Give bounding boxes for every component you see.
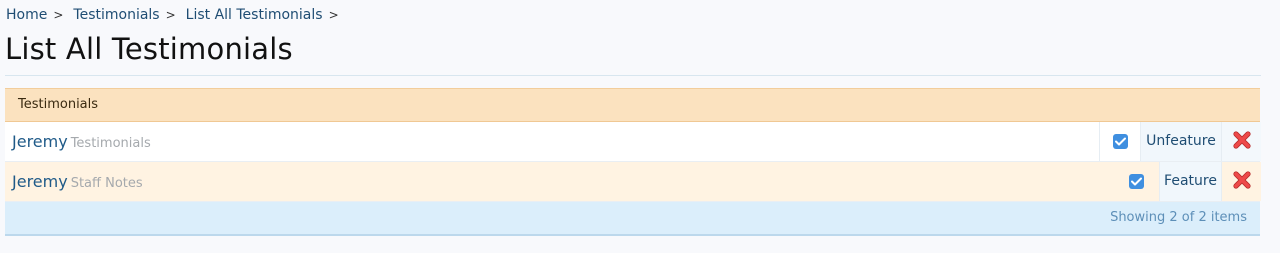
breadcrumb-link[interactable]: Home xyxy=(6,7,47,23)
testimonial-type: Testimonials xyxy=(70,136,151,151)
checkmark-icon[interactable] xyxy=(1112,134,1128,149)
breadcrumb-separator: > xyxy=(328,8,339,22)
breadcrumb-separator: > xyxy=(53,8,64,22)
testimonial-type: Staff Notes xyxy=(70,176,143,191)
page-title: List All Testimonials xyxy=(5,32,293,66)
featured-checkbox[interactable] xyxy=(1099,122,1140,161)
page: Home > Testimonials > List All Testimonial… xyxy=(0,0,1280,253)
list-item: Jeremy Testimonials Unfeature xyxy=(5,122,1261,162)
feature-button[interactable]: Feature xyxy=(1159,162,1221,201)
featured-checkbox[interactable] xyxy=(1115,162,1158,201)
list-item-title[interactable]: Jeremy Testimonials xyxy=(12,132,151,151)
author-name[interactable]: Jeremy xyxy=(12,132,68,151)
list-item: Jeremy Staff Notes Feature xyxy=(5,162,1261,202)
pagination-summary: Showing 2 of 2 items xyxy=(5,202,1260,236)
panel-header: Testimonials xyxy=(5,88,1260,122)
breadcrumb-link[interactable]: List All Testimonials xyxy=(186,7,323,23)
breadcrumb-item-list-all-testimonials[interactable]: List All Testimonials > xyxy=(186,7,349,23)
list-item-title[interactable]: Jeremy Staff Notes xyxy=(12,172,143,191)
delete-x-icon[interactable] xyxy=(1232,130,1251,153)
testimonials-panel: Testimonials Jeremy Testimonials Unfeatur… xyxy=(5,88,1261,236)
breadcrumb-item-home[interactable]: Home > xyxy=(6,7,73,23)
delete-button[interactable] xyxy=(1221,162,1261,201)
checkmark-icon[interactable] xyxy=(1129,174,1144,189)
breadcrumb: Home > Testimonials > List All Testimonial… xyxy=(6,7,349,23)
delete-x-icon[interactable] xyxy=(1232,170,1251,193)
unfeature-button[interactable]: Unfeature xyxy=(1140,122,1221,161)
breadcrumb-link[interactable]: Testimonials xyxy=(73,7,159,23)
delete-button[interactable] xyxy=(1221,122,1261,161)
breadcrumb-item-testimonials[interactable]: Testimonials > xyxy=(73,7,185,23)
breadcrumb-separator: > xyxy=(165,8,176,22)
title-divider xyxy=(5,75,1261,76)
author-name[interactable]: Jeremy xyxy=(12,172,68,191)
